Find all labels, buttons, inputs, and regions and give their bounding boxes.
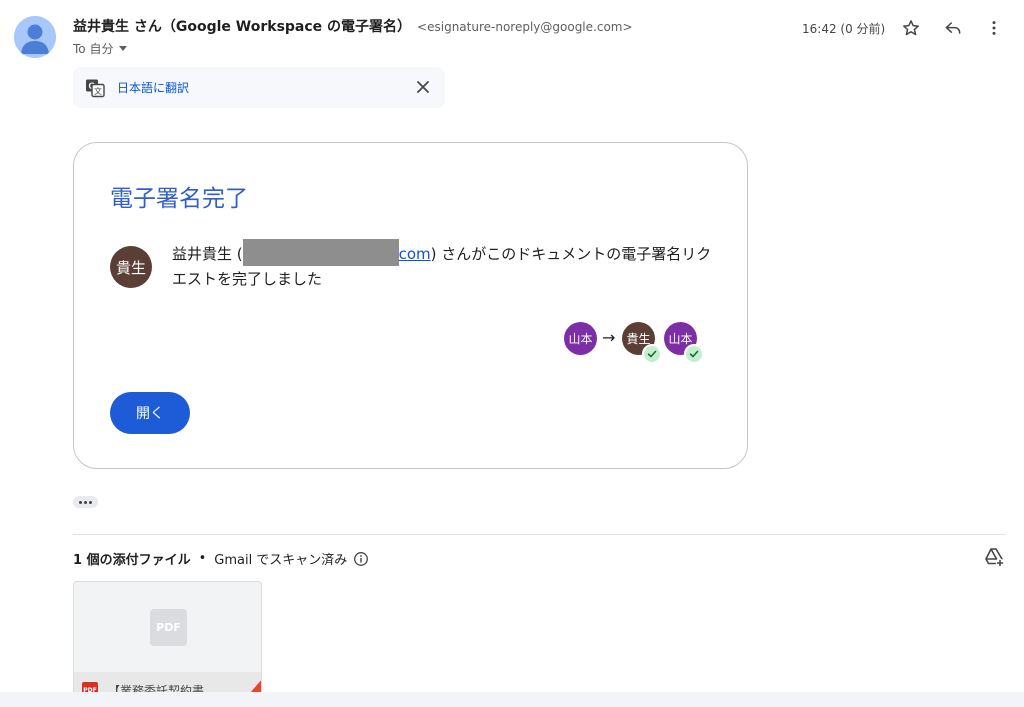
more-options-button[interactable] [980, 14, 1008, 42]
person-icon [14, 16, 56, 58]
show-trimmed-content-button[interactable] [73, 496, 98, 508]
svg-text:文: 文 [94, 86, 102, 96]
bottom-strip [0, 692, 1024, 707]
sender-email: <esignature-noreply@google.com> [417, 20, 633, 34]
recipient-label: To 自分 [73, 42, 114, 56]
star-button[interactable] [897, 14, 925, 42]
dot [84, 500, 87, 504]
attachment-count: 1 個の添付ファイル [73, 553, 191, 568]
reply-icon [945, 22, 961, 34]
close-icon[interactable] [413, 77, 433, 97]
caret-down-icon [119, 46, 128, 51]
check-icon [642, 344, 662, 364]
signature-card: 電子署名完了 貴生 益井貴生 (com) さんがこのドキュメントの電子署名リクエ… [73, 142, 748, 469]
completion-message: 益井貴生 (com) さんがこのドキュメントの電子署名リクエストを完了しました [172, 239, 712, 292]
open-button[interactable]: 開く [110, 392, 190, 434]
signer-chip-yamamoto: 山本 [564, 322, 597, 355]
attachments-header: 1 個の添付ファイル • Gmail でスキャン済み [73, 549, 369, 568]
timestamp: 16:42 (0 分前) [802, 22, 886, 36]
more-vert-icon [992, 21, 996, 35]
star-icon [903, 20, 919, 36]
signer-email-link[interactable]: com [399, 245, 431, 263]
reply-button[interactable] [939, 14, 967, 42]
message-prefix: 益井貴生 ( [172, 245, 243, 263]
translate-icon: G 文 [86, 79, 105, 97]
arrow-right-icon: → [602, 328, 616, 347]
scan-status: Gmail でスキャン済み [214, 553, 348, 568]
card-title: 電子署名完了 [110, 186, 248, 212]
dot [79, 500, 82, 504]
check-icon [684, 344, 704, 364]
sender-line: 益井貴生 さん（Google Workspace の電子署名） <esignatu… [73, 16, 633, 36]
translate-link[interactable]: 日本語に翻訳 [117, 79, 189, 96]
attachment-card[interactable]: PDF PDF 【業務委託契約書... [73, 581, 262, 707]
add-to-drive-icon[interactable] [983, 546, 1005, 568]
separator: • [198, 551, 207, 566]
pdf-thumbnail-icon: PDF [150, 609, 187, 646]
sender-name[interactable]: 益井貴生 さん（Google Workspace の電子署名） [73, 19, 411, 35]
translate-bar: G 文 日本語に翻訳 [73, 67, 445, 108]
sender-avatar[interactable] [14, 16, 56, 58]
signer-avatar: 貴生 [110, 246, 152, 288]
dot [89, 500, 92, 504]
info-icon[interactable] [353, 551, 369, 567]
recipient-dropdown[interactable]: To 自分 [73, 40, 128, 57]
divider [73, 534, 1006, 535]
redacted-email [242, 239, 399, 266]
signer-chain: 山本 → 貴生 山本 [564, 322, 714, 364]
